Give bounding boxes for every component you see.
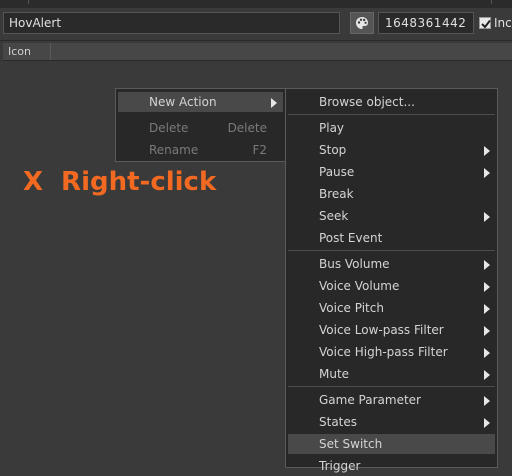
submenu-item-post-event[interactable]: Post Event <box>288 228 495 248</box>
submenu-arrow-icon <box>484 348 490 358</box>
menu-item-label: Voice Volume <box>319 279 400 293</box>
submenu-item-bus-volume[interactable]: Bus Volume <box>288 254 495 274</box>
submenu-arrow-icon <box>484 418 490 428</box>
menu-item-label: Browse object... <box>319 95 415 109</box>
submenu-arrow-icon <box>484 260 490 270</box>
menu-item-label: Break <box>319 187 354 201</box>
annotation-x: X <box>23 167 44 197</box>
submenu-item-browse-object[interactable]: Browse object... <box>288 92 495 112</box>
context-menu: New Action Delete Delete Rename F2 <box>115 88 286 162</box>
new-action-submenu: Browse object... Play Stop Pause Break S… <box>285 88 498 473</box>
id-field[interactable]: 1648361442 <box>378 12 474 34</box>
checkmark-icon <box>481 19 491 29</box>
submenu-arrow-icon <box>484 396 490 406</box>
submenu-item-seek[interactable]: Seek <box>288 206 495 226</box>
submenu-item-voice-low-pass-filter[interactable]: Voice Low-pass Filter <box>288 320 495 340</box>
submenu-item-mute[interactable]: Mute <box>288 364 495 384</box>
submenu-item-voice-high-pass-filter[interactable]: Voice High-pass Filter <box>288 342 495 362</box>
annotation: X Right-click <box>23 167 216 197</box>
include-label: Incl <box>494 16 512 30</box>
menu-item-label: Seek <box>319 209 349 223</box>
submenu-arrow-icon <box>484 326 490 336</box>
menu-item-shortcut: Delete <box>227 121 267 135</box>
submenu-arrow-icon <box>484 212 490 222</box>
column-header-icon[interactable]: Icon <box>3 43 51 60</box>
menu-item-label: Stop <box>319 143 347 157</box>
submenu-item-set-switch[interactable]: Set Switch <box>288 434 495 454</box>
submenu-item-states[interactable]: States <box>288 412 495 432</box>
submenu-item-pause[interactable]: Pause <box>288 162 495 182</box>
name-input[interactable] <box>3 12 340 34</box>
submenu-item-game-parameter[interactable]: Game Parameter <box>288 390 495 410</box>
menu-item-shortcut: F2 <box>252 143 267 157</box>
submenu-item-voice-pitch[interactable]: Voice Pitch <box>288 298 495 318</box>
annotation-text: Right-click <box>61 167 217 197</box>
submenu-arrow-icon <box>484 282 490 292</box>
palette-icon <box>356 17 368 29</box>
menu-item-label: Play <box>319 121 345 135</box>
list-header: Icon <box>3 43 512 61</box>
submenu-item-trigger[interactable]: Trigger <box>288 456 495 476</box>
menu-item-label: Delete <box>149 121 189 135</box>
menu-separator <box>288 114 495 115</box>
submenu-arrow-icon <box>484 146 490 156</box>
menu-item-label: Voice Pitch <box>319 301 384 315</box>
menu-item-label: Voice High-pass Filter <box>319 345 448 359</box>
top-tab-strip <box>0 0 512 8</box>
menu-item-delete[interactable]: Delete Delete <box>118 118 283 138</box>
submenu-item-voice-volume[interactable]: Voice Volume <box>288 276 495 296</box>
menu-item-rename[interactable]: Rename F2 <box>118 140 283 160</box>
menu-item-label: Game Parameter <box>319 393 421 407</box>
menu-item-label: Bus Volume <box>319 257 390 271</box>
submenu-item-break[interactable]: Break <box>288 184 495 204</box>
menu-item-label: Trigger <box>319 459 361 473</box>
menu-item-label: Set Switch <box>319 437 383 451</box>
submenu-arrow-icon <box>484 168 490 178</box>
toolbar: 1648361442 Incl <box>0 8 512 41</box>
submenu-arrow-icon <box>271 98 277 108</box>
submenu-arrow-icon <box>484 304 490 314</box>
menu-item-label: New Action <box>149 95 217 109</box>
submenu-item-stop[interactable]: Stop <box>288 140 495 160</box>
menu-separator <box>288 250 495 251</box>
menu-item-new-action[interactable]: New Action <box>118 92 283 112</box>
menu-item-label: Post Event <box>319 231 383 245</box>
submenu-arrow-icon <box>484 370 490 380</box>
menu-item-label: Voice Low-pass Filter <box>319 323 444 337</box>
color-button[interactable] <box>350 12 374 34</box>
include-checkbox[interactable] <box>479 17 491 29</box>
menu-item-label: Mute <box>319 367 350 381</box>
submenu-item-play[interactable]: Play <box>288 118 495 138</box>
menu-item-label: States <box>319 415 358 429</box>
menu-item-label: Pause <box>319 165 355 179</box>
menu-separator <box>288 386 495 387</box>
tab-edge <box>28 0 492 4</box>
menu-item-label: Rename <box>149 143 199 157</box>
